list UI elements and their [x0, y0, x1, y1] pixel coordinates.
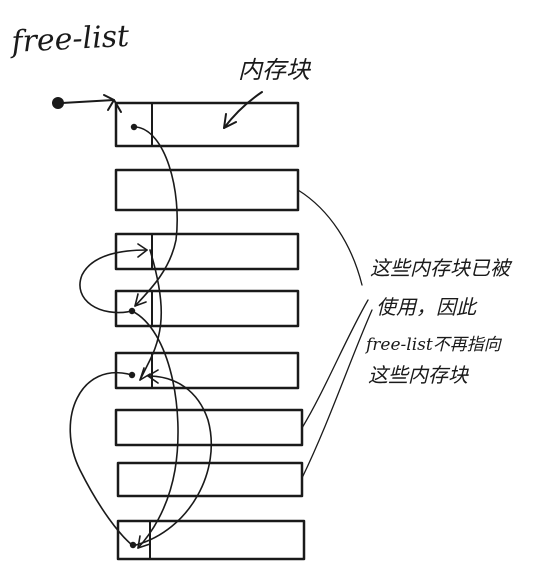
note-line-4: 这些内存块 — [368, 363, 469, 387]
memory-block — [114, 101, 300, 148]
block-label-arrow — [223, 91, 263, 129]
memory-block-used — [114, 168, 300, 212]
annotation-note: 这些内存块已被 使用，因此 free-list不再指向 这些内存块 — [364, 256, 513, 387]
memory-block — [116, 519, 306, 561]
note-line-3: free-list不再指向 — [364, 335, 503, 355]
link-arrow — [69, 372, 133, 546]
head-pointer-arrow — [61, 99, 115, 104]
link-arrow — [134, 126, 178, 307]
memory-block — [114, 232, 300, 271]
link-arrow — [135, 375, 213, 546]
memory-blocks — [114, 101, 306, 561]
connector-line — [301, 309, 373, 479]
free-list-diagram: free-list 内存块 这些内存块已被 使用，因此 free-list不再指… — [9, 19, 513, 561]
connector-line — [297, 189, 363, 286]
note-line-1: 这些内存块已被 — [370, 256, 513, 280]
block-label: 内存块 — [238, 56, 312, 84]
used-block-connectors — [297, 189, 373, 479]
connector-line — [301, 299, 369, 429]
note-line-2: 使用，因此 — [376, 295, 478, 319]
diagram-title: free-list — [9, 19, 131, 60]
free-list-links — [69, 126, 213, 549]
memory-block-used — [116, 461, 304, 498]
